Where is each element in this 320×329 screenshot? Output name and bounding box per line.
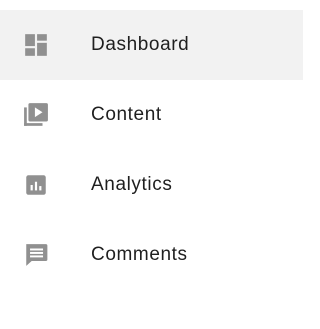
video-library-icon	[23, 102, 49, 128]
sidebar-item-dashboard[interactable]: Dashboard	[0, 10, 303, 80]
sidebar-item-label: Comments	[91, 244, 188, 265]
sidebar-nav: Dashboard Content Analytics Comments	[0, 0, 303, 290]
analytics-icon	[23, 172, 49, 198]
dashboard-icon	[23, 32, 49, 58]
sidebar-item-label: Analytics	[91, 174, 173, 195]
sidebar-item-analytics[interactable]: Analytics	[0, 150, 303, 220]
comment-icon	[23, 242, 49, 268]
sidebar-item-label: Content	[91, 104, 162, 125]
sidebar-item-label: Dashboard	[91, 34, 190, 55]
sidebar-item-comments[interactable]: Comments	[0, 220, 303, 290]
sidebar-item-content[interactable]: Content	[0, 80, 303, 150]
